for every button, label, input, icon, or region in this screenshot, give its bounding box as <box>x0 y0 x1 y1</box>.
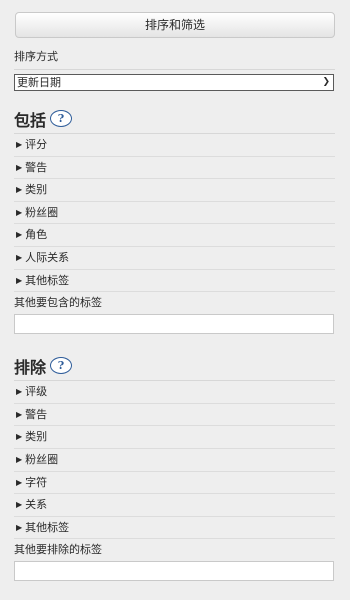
sort-by-select[interactable]: 更新日期 ❯ <box>14 74 334 91</box>
exclude-item-other-tags[interactable]: ▶ 其他标签 <box>14 517 335 540</box>
exclude-item-label: 评级 <box>25 385 48 399</box>
exclude-item-label: 关系 <box>25 498 48 512</box>
triangle-right-icon: ▶ <box>16 522 23 532</box>
include-list: ▶ 评分 ▶ 警告 ▶ 类别 ▶ 粉丝圈 ▶ 角色 ▶ 人际关系 ▶ 其他标签 <box>14 134 335 293</box>
exclude-item-label: 粉丝圈 <box>25 452 59 466</box>
include-item-fandom[interactable]: ▶ 粉丝圈 <box>14 202 335 225</box>
exclude-item-label: 警告 <box>25 407 48 421</box>
triangle-right-icon: ▶ <box>16 207 23 217</box>
triangle-right-icon: ▶ <box>16 185 23 195</box>
include-item-label: 其他标签 <box>25 273 70 287</box>
include-item-other-tags[interactable]: ▶ 其他标签 <box>14 270 335 293</box>
exclude-item-characters[interactable]: ▶ 字符 <box>14 472 335 495</box>
include-heading: 包括 ? <box>14 109 335 131</box>
triangle-right-icon: ▶ <box>16 477 23 487</box>
exclude-item-fandom[interactable]: ▶ 粉丝圈 <box>14 449 335 472</box>
divider <box>14 69 335 70</box>
triangle-right-icon: ▶ <box>16 230 23 240</box>
exclude-heading: 排除 ? <box>14 356 335 378</box>
exclude-other-tags-label: 其他要排除的标签 <box>14 543 102 557</box>
question-circle-icon[interactable]: ? <box>50 109 73 127</box>
question-circle-icon[interactable]: ? <box>50 356 73 374</box>
sort-by-label: 排序方式 <box>14 50 58 63</box>
exclude-item-label: 其他标签 <box>25 520 70 534</box>
triangle-right-icon: ▶ <box>16 454 23 464</box>
sort-by-value: 更新日期 <box>17 76 61 89</box>
triangle-right-icon: ▶ <box>16 387 23 397</box>
exclude-item-label: 类别 <box>25 430 48 444</box>
include-item-characters[interactable]: ▶ 角色 <box>14 224 335 247</box>
include-title: 包括 <box>14 111 47 130</box>
triangle-right-icon: ▶ <box>16 252 23 262</box>
exclude-title: 排除 <box>14 358 47 378</box>
include-other-tags-label: 其他要包含的标签 <box>14 296 102 310</box>
exclude-list: ▶ 评级 ▶ 警告 ▶ 类别 ▶ 粉丝圈 ▶ 字符 ▶ 关系 ▶ 其他标签 <box>14 381 335 540</box>
include-item-label: 人际关系 <box>25 250 70 264</box>
include-item-label: 评分 <box>25 138 48 151</box>
include-item-rating[interactable]: ▶ 评分 <box>14 134 335 157</box>
triangle-right-icon: ▶ <box>16 500 23 510</box>
include-item-label: 警告 <box>25 160 48 174</box>
include-item-category[interactable]: ▶ 类别 <box>14 179 335 202</box>
sort-and-filter-button[interactable]: 排序和筛选 <box>15 12 335 38</box>
sort-filter-panel: 排序和筛选 排序方式 更新日期 ❯ 包括 ? ▶ 评分 ▶ 警告 ▶ 类别 ▶ 粉丝圈 … <box>0 0 350 582</box>
exclude-item-label: 字符 <box>25 475 48 489</box>
triangle-right-icon: ▶ <box>16 275 23 285</box>
exclude-item-relationships[interactable]: ▶ 关系 <box>14 494 335 517</box>
include-item-label: 粉丝圈 <box>25 205 59 219</box>
triangle-right-icon: ▶ <box>16 162 23 172</box>
include-item-relationships[interactable]: ▶ 人际关系 <box>14 247 335 270</box>
exclude-item-rating[interactable]: ▶ 评级 <box>14 381 335 404</box>
triangle-right-icon: ▶ <box>16 409 23 419</box>
exclude-item-category[interactable]: ▶ 类别 <box>14 426 335 449</box>
include-item-warnings[interactable]: ▶ 警告 <box>14 157 335 180</box>
include-item-label: 类别 <box>25 183 48 197</box>
triangle-right-icon: ▶ <box>16 432 23 442</box>
chevron-down-icon: ❯ <box>322 77 330 87</box>
triangle-right-icon: ▶ <box>16 140 23 149</box>
exclude-item-warnings[interactable]: ▶ 警告 <box>14 404 335 427</box>
include-other-tags-input[interactable] <box>14 314 334 335</box>
include-item-label: 角色 <box>25 228 48 242</box>
exclude-other-tags-input[interactable] <box>14 561 334 582</box>
